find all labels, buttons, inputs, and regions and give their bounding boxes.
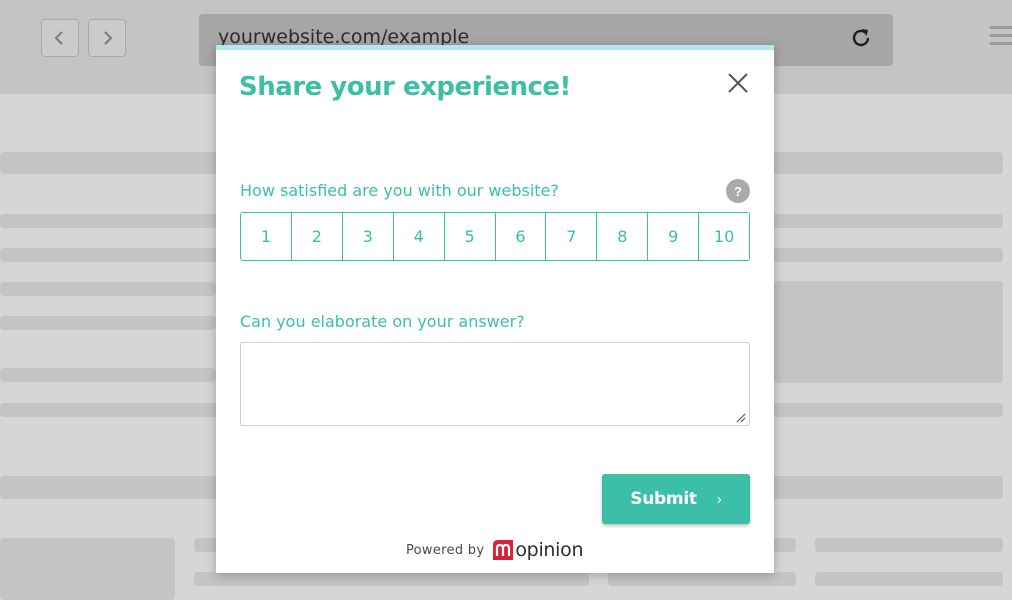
- help-icon[interactable]: ?: [726, 179, 750, 203]
- rating-option-1[interactable]: 1: [241, 213, 292, 260]
- elaborate-answer-textarea[interactable]: [240, 342, 750, 426]
- rating-option-6[interactable]: 6: [496, 213, 547, 260]
- resize-grip-icon[interactable]: [734, 411, 746, 423]
- satisfaction-rating-scale: 1 2 3 4 5 6 7 8 9 10: [240, 212, 750, 261]
- chevron-right-icon: [104, 31, 113, 45]
- placeholder-block: [0, 538, 175, 600]
- rating-option-9[interactable]: 9: [648, 213, 700, 260]
- placeholder-bar: [815, 538, 1003, 552]
- powered-by-footer: Powered by opinion: [406, 539, 584, 561]
- submit-label: Submit: [630, 489, 697, 509]
- rating-option-10[interactable]: 10: [699, 213, 749, 260]
- rating-option-4[interactable]: 4: [394, 213, 445, 260]
- rating-option-3[interactable]: 3: [343, 213, 394, 260]
- back-button[interactable]: [41, 19, 79, 57]
- modal-title: Share your experience!: [239, 72, 571, 102]
- forward-button[interactable]: [88, 19, 126, 57]
- mopinion-logo[interactable]: opinion: [492, 539, 584, 561]
- placeholder-bar: [0, 316, 216, 330]
- elaborate-question-label: Can you elaborate on your answer?: [240, 312, 525, 331]
- hamburger-menu-icon[interactable]: [990, 26, 1012, 50]
- placeholder-bar: [194, 572, 589, 586]
- powered-by-text: Powered by: [406, 542, 485, 558]
- rating-option-2[interactable]: 2: [292, 213, 343, 260]
- reload-icon[interactable]: [849, 26, 873, 50]
- rating-option-8[interactable]: 8: [597, 213, 649, 260]
- chevron-right-icon: ›: [716, 490, 722, 508]
- submit-button[interactable]: Submit ›: [602, 474, 750, 524]
- placeholder-bar: [608, 572, 796, 586]
- rating-option-5[interactable]: 5: [445, 213, 496, 260]
- mopinion-logo-icon: [493, 540, 514, 560]
- close-icon[interactable]: [724, 69, 752, 97]
- modal-accent-bar: [216, 45, 774, 50]
- placeholder-block: [774, 281, 1003, 383]
- placeholder-bar: [0, 282, 216, 296]
- satisfaction-question-label: How satisfied are you with our website?: [240, 181, 559, 200]
- feedback-modal: Share your experience! How satisfied are…: [216, 45, 774, 573]
- chevron-left-icon: [54, 31, 63, 45]
- placeholder-bar: [815, 572, 1003, 586]
- rating-option-7[interactable]: 7: [546, 213, 598, 260]
- placeholder-bar: [0, 368, 216, 382]
- brand-name: opinion: [515, 539, 584, 561]
